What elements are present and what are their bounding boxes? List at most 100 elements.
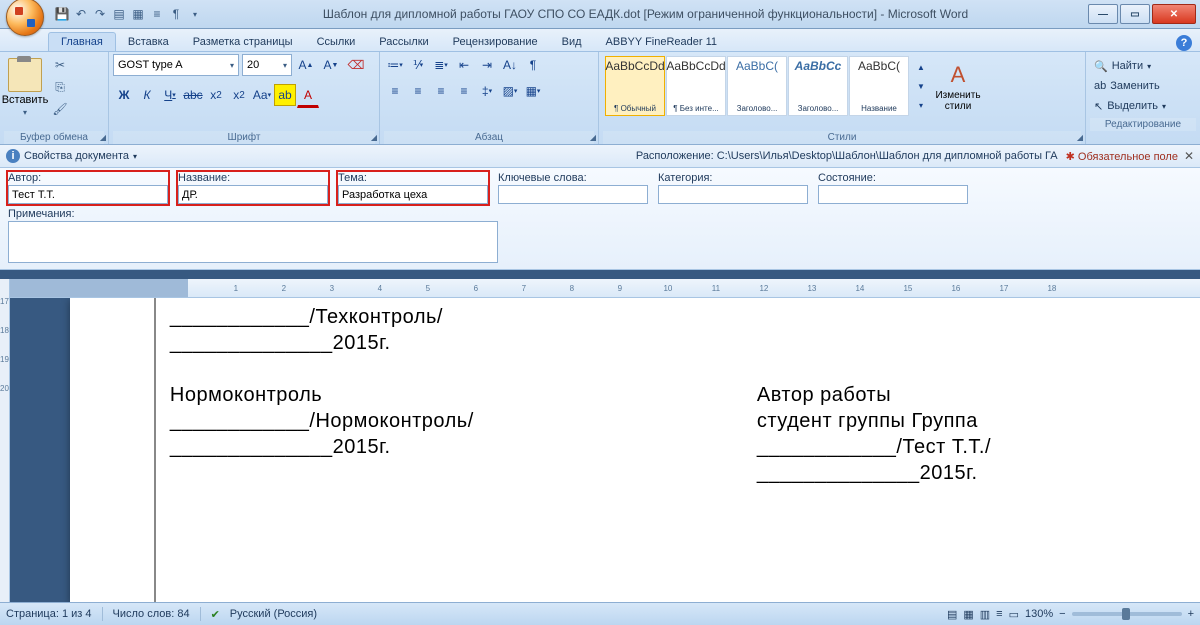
subscript-button[interactable]: x2: [205, 84, 227, 106]
change-case-button[interactable]: Aa▾: [251, 84, 273, 106]
show-marks-button[interactable]: ¶: [522, 54, 544, 76]
style-more-icon[interactable]: ▾: [910, 96, 932, 114]
style-scroll-down-icon[interactable]: ▼: [910, 77, 932, 95]
document-page[interactable]: ____________/Техконтроль/ ______________…: [70, 298, 1200, 603]
find-button[interactable]: 🔍Найти▾: [1094, 56, 1192, 76]
view-web-icon[interactable]: ▥: [980, 608, 990, 621]
tab-references[interactable]: Ссылки: [305, 33, 368, 51]
subject-label: Тема:: [338, 172, 488, 184]
keywords-label: Ключевые слова:: [498, 172, 648, 184]
style-gallery[interactable]: AaBbCcDd¶ Обычный AaBbCcDd¶ Без инте... …: [603, 54, 926, 118]
save-icon[interactable]: 💾: [54, 6, 70, 22]
tab-abbyy[interactable]: ABBYY FineReader 11: [594, 33, 730, 51]
chevron-down-icon[interactable]: ▾: [133, 152, 137, 161]
minimize-button[interactable]: —: [1088, 4, 1118, 24]
tab-home[interactable]: Главная: [48, 32, 116, 51]
shading-button[interactable]: ▨▾: [499, 80, 521, 102]
numbering-button[interactable]: ⅟▾: [407, 54, 429, 76]
title-field[interactable]: [178, 185, 328, 204]
cut-icon[interactable]: ✂: [50, 55, 70, 75]
page-status[interactable]: Страница: 1 из 4: [6, 608, 92, 620]
bullets-button[interactable]: ≔▾: [384, 54, 406, 76]
font-size-combo[interactable]: 20▾: [242, 54, 292, 76]
decrease-indent-button[interactable]: ⇤: [453, 54, 475, 76]
copy-icon[interactable]: ⎘: [50, 77, 70, 97]
status-field[interactable]: [818, 185, 968, 204]
align-center-button[interactable]: ≡: [407, 80, 429, 102]
grow-font-icon[interactable]: A▲: [295, 54, 317, 76]
format-painter-icon[interactable]: 🖌: [50, 99, 70, 119]
language-status[interactable]: Русский (Россия): [230, 608, 317, 620]
author-field[interactable]: [8, 185, 168, 204]
dialog-launcher-icon[interactable]: ◢: [100, 133, 106, 142]
horizontal-ruler: 21123456789101112131415161718: [10, 279, 1200, 298]
style-item[interactable]: AaBbCcDd¶ Обычный: [605, 56, 665, 116]
category-field[interactable]: [658, 185, 808, 204]
qat-icon[interactable]: ≡: [149, 6, 165, 22]
qat-icon[interactable]: ▦: [130, 6, 146, 22]
qat-dropdown-icon[interactable]: ▾: [187, 6, 203, 22]
multilevel-button[interactable]: ≣▾: [430, 54, 452, 76]
clear-formatting-icon[interactable]: ⌫: [345, 54, 367, 76]
tab-view[interactable]: Вид: [550, 33, 594, 51]
spell-check-icon[interactable]: ✔: [211, 608, 220, 621]
align-right-button[interactable]: ≡: [430, 80, 452, 102]
close-panel-icon[interactable]: ✕: [1184, 149, 1194, 163]
shrink-font-icon[interactable]: A▼: [320, 54, 342, 76]
qat-icon[interactable]: ¶: [168, 6, 184, 22]
comments-field[interactable]: [8, 221, 498, 263]
redo-icon[interactable]: ↷: [92, 6, 108, 22]
view-print-icon[interactable]: ▤: [947, 608, 957, 621]
borders-button[interactable]: ▦▾: [522, 80, 544, 102]
italic-button[interactable]: К: [136, 84, 158, 106]
tab-insert[interactable]: Вставка: [116, 33, 181, 51]
justify-button[interactable]: ≡: [453, 80, 475, 102]
word-count[interactable]: Число слов: 84: [113, 608, 190, 620]
underline-button[interactable]: Ч▾: [159, 84, 181, 106]
style-item[interactable]: AaBbC(Заголово...: [727, 56, 787, 116]
close-button[interactable]: ✕: [1152, 4, 1196, 24]
increase-indent-button[interactable]: ⇥: [476, 54, 498, 76]
line-spacing-button[interactable]: ‡▾: [476, 80, 498, 102]
subject-field[interactable]: [338, 185, 488, 204]
style-item[interactable]: AaBbCcЗаголово...: [788, 56, 848, 116]
replace-button[interactable]: abЗаменить: [1094, 76, 1192, 96]
dialog-launcher-icon[interactable]: ◢: [1077, 133, 1083, 142]
replace-icon: ab: [1094, 80, 1106, 92]
maximize-button[interactable]: ▭: [1120, 4, 1150, 24]
zoom-slider[interactable]: [1072, 612, 1182, 616]
view-read-icon[interactable]: ▦: [963, 608, 973, 621]
keywords-field[interactable]: [498, 185, 648, 204]
tab-layout[interactable]: Разметка страницы: [181, 33, 305, 51]
zoom-level[interactable]: 130%: [1025, 608, 1053, 620]
dialog-launcher-icon[interactable]: ◢: [590, 133, 596, 142]
required-label: Обязательное поле: [1078, 151, 1178, 163]
strike-button[interactable]: abc: [182, 84, 204, 106]
window-title: Шаблон для дипломной работы ГАОУ СПО СО …: [203, 7, 1088, 21]
superscript-button[interactable]: x2: [228, 84, 250, 106]
zoom-out-button[interactable]: −: [1059, 608, 1065, 620]
undo-icon[interactable]: ↶: [73, 6, 89, 22]
paste-button[interactable]: Вставить ▾: [4, 54, 46, 120]
help-icon[interactable]: ?: [1176, 35, 1192, 51]
qat-icon[interactable]: ▤: [111, 6, 127, 22]
sort-button[interactable]: A↓: [499, 54, 521, 76]
docprops-title[interactable]: Свойства документа: [24, 150, 129, 162]
zoom-in-button[interactable]: +: [1188, 608, 1194, 620]
align-left-button[interactable]: ≡: [384, 80, 406, 102]
font-color-button[interactable]: A: [297, 84, 319, 108]
select-button[interactable]: ↖Выделить▾: [1094, 96, 1192, 116]
style-item[interactable]: AaBbC(Название: [849, 56, 909, 116]
style-scroll-up-icon[interactable]: ▲: [910, 58, 932, 76]
dialog-launcher-icon[interactable]: ◢: [371, 133, 377, 142]
tab-mailings[interactable]: Рассылки: [367, 33, 440, 51]
change-styles-button[interactable]: A Изменить стили: [930, 54, 986, 120]
tab-review[interactable]: Рецензирование: [441, 33, 550, 51]
font-name-combo[interactable]: GOST type A▾: [113, 54, 239, 76]
view-outline-icon[interactable]: ≡: [996, 608, 1002, 620]
group-editing-label: Редактирование: [1090, 118, 1196, 131]
highlight-button[interactable]: ab: [274, 84, 296, 106]
style-item[interactable]: AaBbCcDd¶ Без инте...: [666, 56, 726, 116]
view-draft-icon[interactable]: ▭: [1009, 608, 1019, 621]
bold-button[interactable]: Ж: [113, 84, 135, 106]
